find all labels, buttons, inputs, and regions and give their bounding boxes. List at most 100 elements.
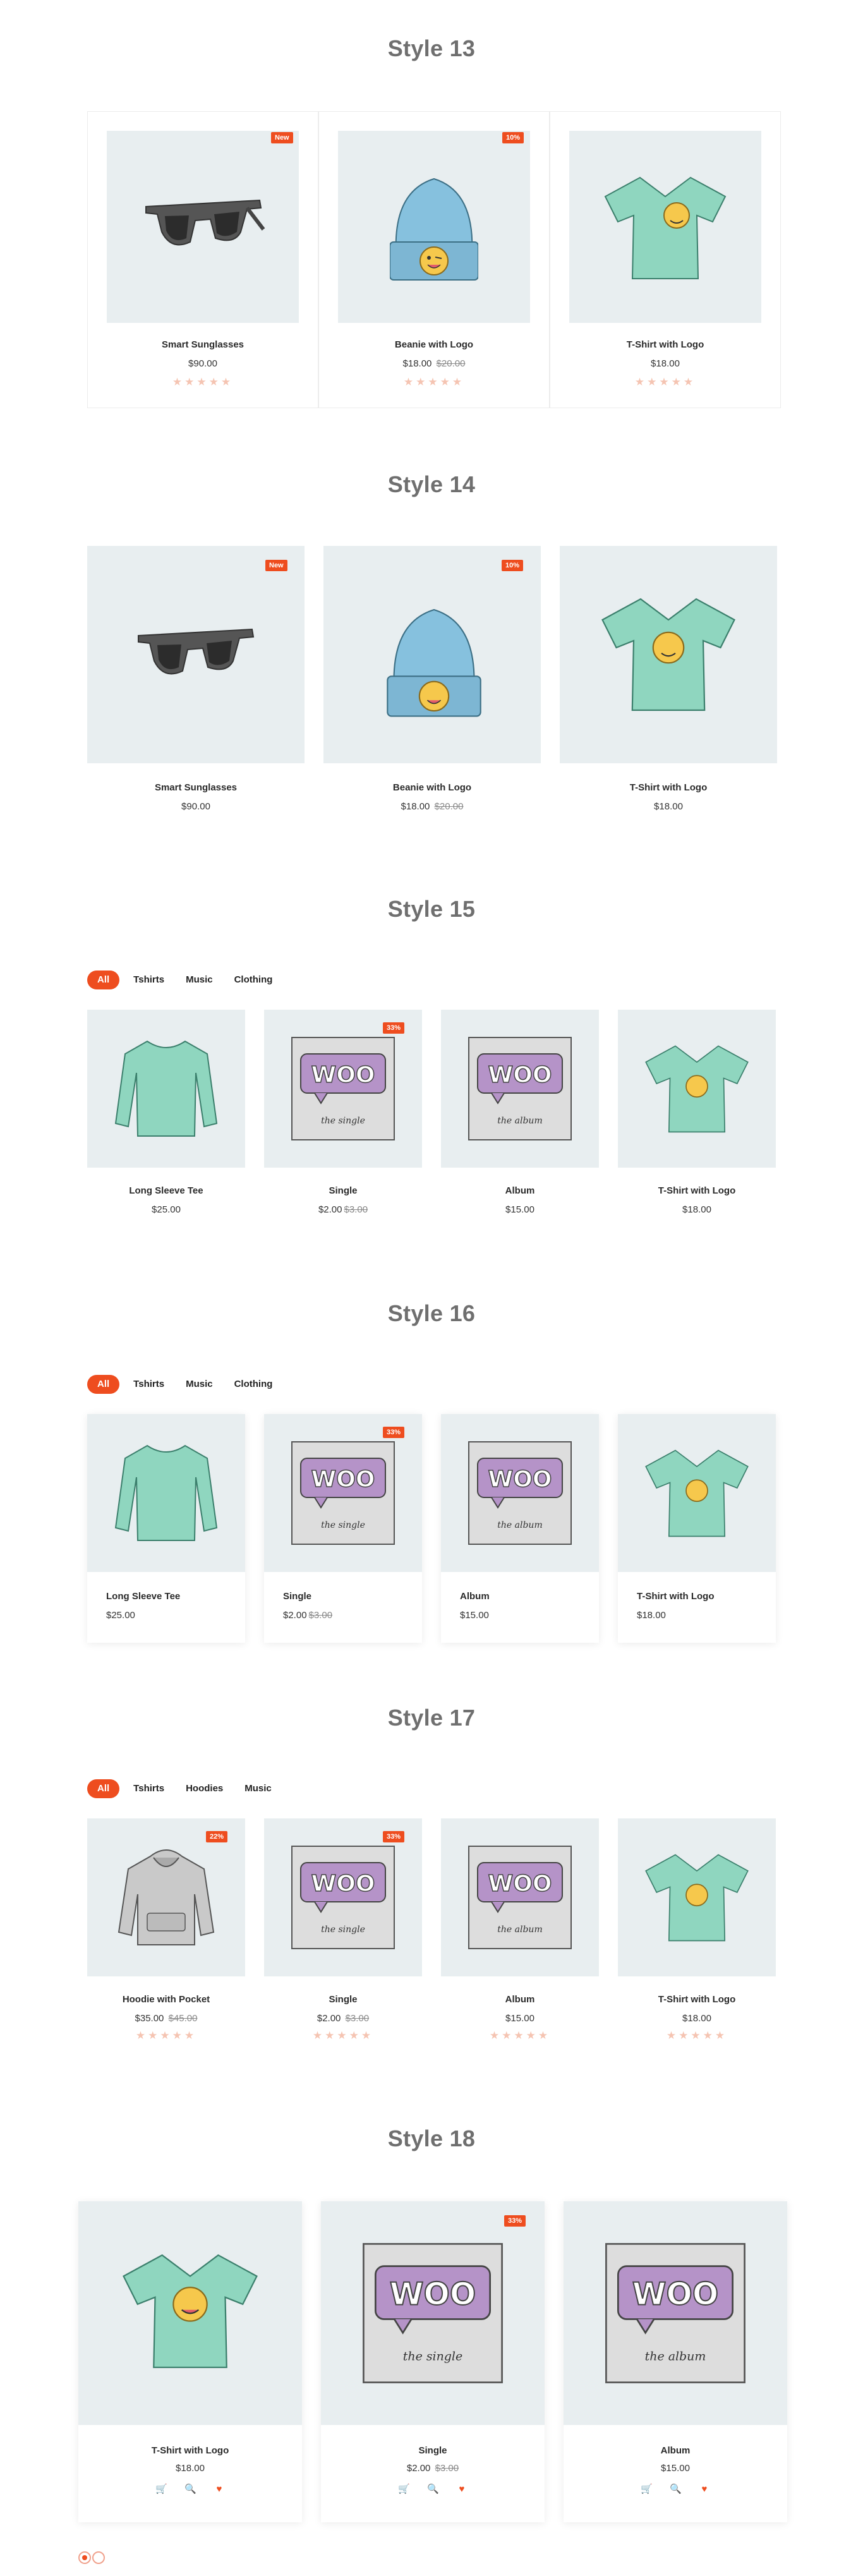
product-image[interactable] [338, 131, 530, 323]
product-image[interactable]: WOO the album [441, 1818, 599, 1976]
search-icon[interactable]: 🔍 [427, 2483, 439, 2494]
current-price: $18.00 [654, 801, 683, 812]
search-icon[interactable]: 🔍 [184, 2483, 196, 2494]
product-name[interactable]: Smart Sunglasses [88, 339, 318, 350]
product-name[interactable]: Album [441, 1994, 599, 2005]
product-card[interactable]: T-Shirt with Logo $18.00 🛒 🔍 ♥ [78, 2201, 302, 2522]
product-image[interactable] [78, 2201, 302, 2425]
long-sleeve-tee-image [114, 1040, 218, 1137]
product-name[interactable]: T-Shirt with Logo [78, 2445, 302, 2456]
product-name[interactable]: T-Shirt with Logo [550, 339, 780, 350]
product-name[interactable]: Long Sleeve Tee [87, 1591, 245, 1602]
tab-tshirts[interactable]: Tshirts [133, 1375, 164, 1394]
tab-music[interactable]: Music [186, 971, 213, 989]
product-image[interactable] [107, 131, 299, 323]
product-name[interactable]: Beanie with Logo [319, 339, 549, 350]
style16-title: Style 16 [387, 1300, 476, 1326]
tab-music[interactable]: Music [244, 1779, 272, 1798]
heart-icon[interactable]: ♥ [214, 2484, 225, 2494]
product-card[interactable]: WOO the album Album $15.00 ★★★★★ [441, 1818, 599, 2046]
woo-logo-text: WOO [311, 1062, 375, 1088]
product-image[interactable] [618, 1818, 776, 1976]
product-name[interactable]: T-Shirt with Logo [618, 1185, 776, 1196]
product-price: $18.00 [618, 2013, 776, 2024]
product-image[interactable] [323, 546, 541, 763]
product-card[interactable]: WOO the album Album $15.00 [441, 1414, 599, 1643]
product-image[interactable]: WOO the album [564, 2201, 787, 2425]
search-icon[interactable]: 🔍 [670, 2483, 682, 2494]
product-name[interactable]: T-Shirt with Logo [560, 782, 777, 793]
album-caption: the album [645, 2349, 706, 2363]
current-price: $2.00 [283, 1610, 307, 1621]
product-name[interactable]: Album [441, 1591, 599, 1602]
current-price: $18.00 [651, 358, 680, 369]
product-name[interactable]: T-Shirt with Logo [618, 1994, 776, 2005]
product-name[interactable]: Single [264, 1994, 422, 2005]
product-card[interactable]: T-Shirt with Logo $18.00 ★★★★★ [618, 1818, 776, 2046]
product-image[interactable] [87, 1010, 245, 1168]
tab-all[interactable]: All [87, 971, 120, 989]
product-image[interactable] [560, 546, 777, 763]
product-card[interactable]: 10% Beanie with Logo $18.00 $20.00 [323, 546, 541, 824]
product-card[interactable]: WOO the single 33% Single $2.00 $3.00 [264, 1414, 422, 1643]
product-name[interactable]: Single [264, 1591, 422, 1602]
product-name[interactable]: Smart Sunglasses [87, 782, 305, 793]
tab-clothing[interactable]: Clothing [234, 1375, 273, 1394]
product-price: $25.00 [87, 1610, 245, 1621]
product-card[interactable]: WOO the album Album $15.00 🛒 🔍 ♥ [564, 2201, 787, 2522]
product-card[interactable]: T-Shirt with Logo $18.00 [618, 1414, 776, 1643]
heart-icon[interactable]: ♥ [456, 2484, 468, 2494]
product-card[interactable]: WOO the single 33% Single $2.00 $3.00 [264, 1010, 422, 1225]
product-name[interactable]: Beanie with Logo [323, 782, 541, 793]
product-image[interactable] [618, 1010, 776, 1168]
product-image[interactable]: WOO the single [321, 2201, 545, 2425]
product-name[interactable]: T-Shirt with Logo [618, 1591, 776, 1602]
product-card[interactable]: New Smart Sunglasses $90.00 [87, 546, 305, 824]
album-caption: the album [497, 1116, 542, 1126]
cart-icon[interactable]: 🛒 [398, 2483, 410, 2494]
product-card[interactable]: T-Shirt with Logo $18.00 [618, 1010, 776, 1225]
album-caption: the album [497, 1520, 542, 1530]
product-image[interactable]: WOO the album [441, 1010, 599, 1168]
product-name[interactable]: Album [564, 2445, 787, 2456]
product-card[interactable]: Long Sleeve Tee $25.00 [87, 1010, 245, 1225]
product-card[interactable]: WOO the album Album $15.00 [441, 1010, 599, 1225]
carousel-dot-2[interactable] [92, 2551, 105, 2564]
product-price: $90.00 [87, 801, 305, 812]
product-name[interactable]: Long Sleeve Tee [87, 1185, 245, 1196]
cart-icon[interactable]: 🛒 [155, 2483, 167, 2494]
product-image[interactable] [87, 546, 305, 763]
product-name[interactable]: Single [321, 2445, 545, 2456]
sale-badge: 33% [383, 1022, 405, 1034]
tshirt-image [645, 1854, 749, 1942]
product-card[interactable]: New Smart Sunglasses $90.00 ★★★★★ [87, 111, 318, 408]
tab-all[interactable]: All [87, 1779, 120, 1798]
style14-title: Style 14 [387, 471, 476, 497]
product-image[interactable] [618, 1414, 776, 1572]
product-card[interactable]: T-Shirt with Logo $18.00 [560, 546, 777, 824]
tab-music[interactable]: Music [186, 1375, 213, 1394]
tab-tshirts[interactable]: Tshirts [133, 1779, 164, 1798]
tab-all[interactable]: All [87, 1375, 120, 1394]
product-card[interactable]: WOO the single 33% Single $2.00 $3.00 ★★… [264, 1818, 422, 2046]
old-price: $20.00 [434, 801, 464, 812]
product-name[interactable]: Single [264, 1185, 422, 1196]
current-price: $18.00 [682, 1204, 711, 1215]
tab-tshirts[interactable]: Tshirts [133, 971, 164, 989]
product-name[interactable]: Hoodie with Pocket [87, 1994, 245, 2005]
product-image[interactable] [569, 131, 761, 323]
cart-icon[interactable]: 🛒 [641, 2483, 653, 2494]
product-name[interactable]: Album [441, 1185, 599, 1196]
product-image[interactable] [87, 1414, 245, 1572]
current-price: $2.00 [406, 2463, 431, 2474]
carousel-dot-1[interactable] [78, 2551, 91, 2564]
product-card[interactable]: Long Sleeve Tee $25.00 [87, 1414, 245, 1643]
product-card[interactable]: WOO the single 33% Single $2.00 $3.00 🛒 🔍… [321, 2201, 545, 2522]
heart-icon[interactable]: ♥ [699, 2484, 710, 2494]
product-image[interactable]: WOO the album [441, 1414, 599, 1572]
product-card[interactable]: 22% Hoodie with Pocket $35.00 $45.00 ★★★… [87, 1818, 245, 2046]
tab-clothing[interactable]: Clothing [234, 971, 273, 989]
product-card[interactable]: 10% Beanie with Logo $18.00 $20.00 ★★★★★ [318, 111, 550, 408]
tab-hoodies[interactable]: Hoodies [186, 1779, 223, 1798]
product-card[interactable]: T-Shirt with Logo $18.00 ★★★★★ [550, 111, 781, 408]
